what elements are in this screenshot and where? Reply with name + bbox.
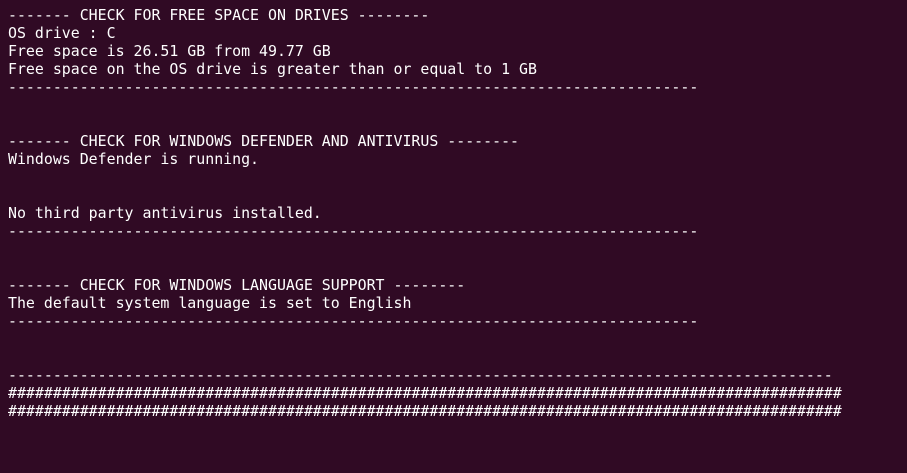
long-separator-line: ----------------------------------------…	[8, 366, 833, 384]
hash-banner-line: ########################################…	[8, 402, 842, 420]
free-space-result-line: Free space on the OS drive is greater th…	[8, 60, 537, 78]
antivirus-status-line: No third party antivirus installed.	[8, 204, 322, 222]
os-drive-line: OS drive : C	[8, 24, 116, 42]
hash-banner-line: ########################################…	[8, 384, 842, 402]
section-header-free-space: ------- CHECK FOR FREE SPACE ON DRIVES -…	[8, 6, 430, 24]
section-header-language: ------- CHECK FOR WINDOWS LANGUAGE SUPPO…	[8, 276, 466, 294]
defender-status-line: Windows Defender is running.	[8, 150, 260, 168]
separator-line: ----------------------------------------…	[8, 78, 699, 96]
separator-line: ----------------------------------------…	[8, 312, 699, 330]
separator-line: ----------------------------------------…	[8, 222, 699, 240]
section-header-defender: ------- CHECK FOR WINDOWS DEFENDER AND A…	[8, 132, 520, 150]
free-space-line: Free space is 26.51 GB from 49.77 GB	[8, 42, 331, 60]
language-status-line: The default system language is set to En…	[8, 294, 412, 312]
terminal-output[interactable]: ------- CHECK FOR FREE SPACE ON DRIVES -…	[0, 0, 907, 473]
